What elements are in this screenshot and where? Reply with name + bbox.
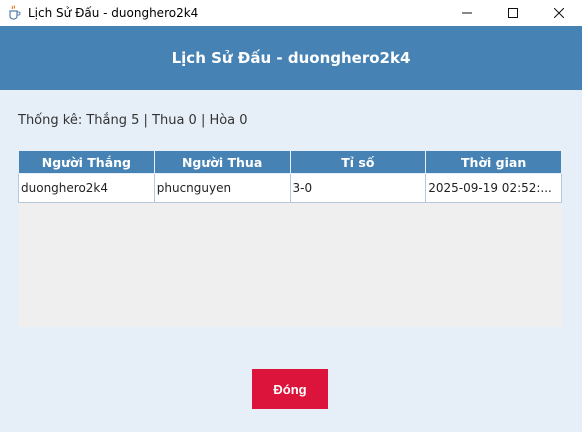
close-button[interactable]: Đóng xyxy=(252,369,328,409)
stats-summary: Thống kê: Thắng 5 | Thua 0 | Hòa 0 xyxy=(18,113,248,128)
minimize-button[interactable] xyxy=(444,0,490,26)
column-header-loser[interactable]: Người Thua xyxy=(153,150,291,174)
cell-winner[interactable]: duonghero2k4 xyxy=(18,173,155,203)
history-table: Người Thắng Người Thua Tỉ số Thời gian d… xyxy=(18,150,562,203)
close-window-button[interactable] xyxy=(536,0,582,26)
column-header-winner[interactable]: Người Thắng xyxy=(18,150,155,174)
window-titlebar: Lịch Sử Đấu - duonghero2k4 xyxy=(0,0,582,26)
history-table-container[interactable]: Người Thắng Người Thua Tỉ số Thời gian d… xyxy=(18,150,562,327)
java-cup-icon xyxy=(6,5,22,21)
window-title: Lịch Sử Đấu - duonghero2k4 xyxy=(28,6,199,20)
cell-score[interactable]: 3-0 xyxy=(289,173,427,203)
maximize-button[interactable] xyxy=(490,0,536,26)
page-title: Lịch Sử Đấu - duonghero2k4 xyxy=(171,49,411,67)
table-row[interactable]: duonghero2k4 phucnguyen 3-0 2025-09-19 0… xyxy=(18,173,562,203)
table-header-row: Người Thắng Người Thua Tỉ số Thời gian xyxy=(18,150,562,174)
cell-time[interactable]: 2025-09-19 02:52:... xyxy=(425,173,562,203)
column-header-score[interactable]: Tỉ số xyxy=(289,150,427,174)
column-header-time[interactable]: Thời gian xyxy=(425,150,562,174)
cell-loser[interactable]: phucnguyen xyxy=(153,173,291,203)
header-banner: Lịch Sử Đấu - duonghero2k4 xyxy=(0,26,582,90)
